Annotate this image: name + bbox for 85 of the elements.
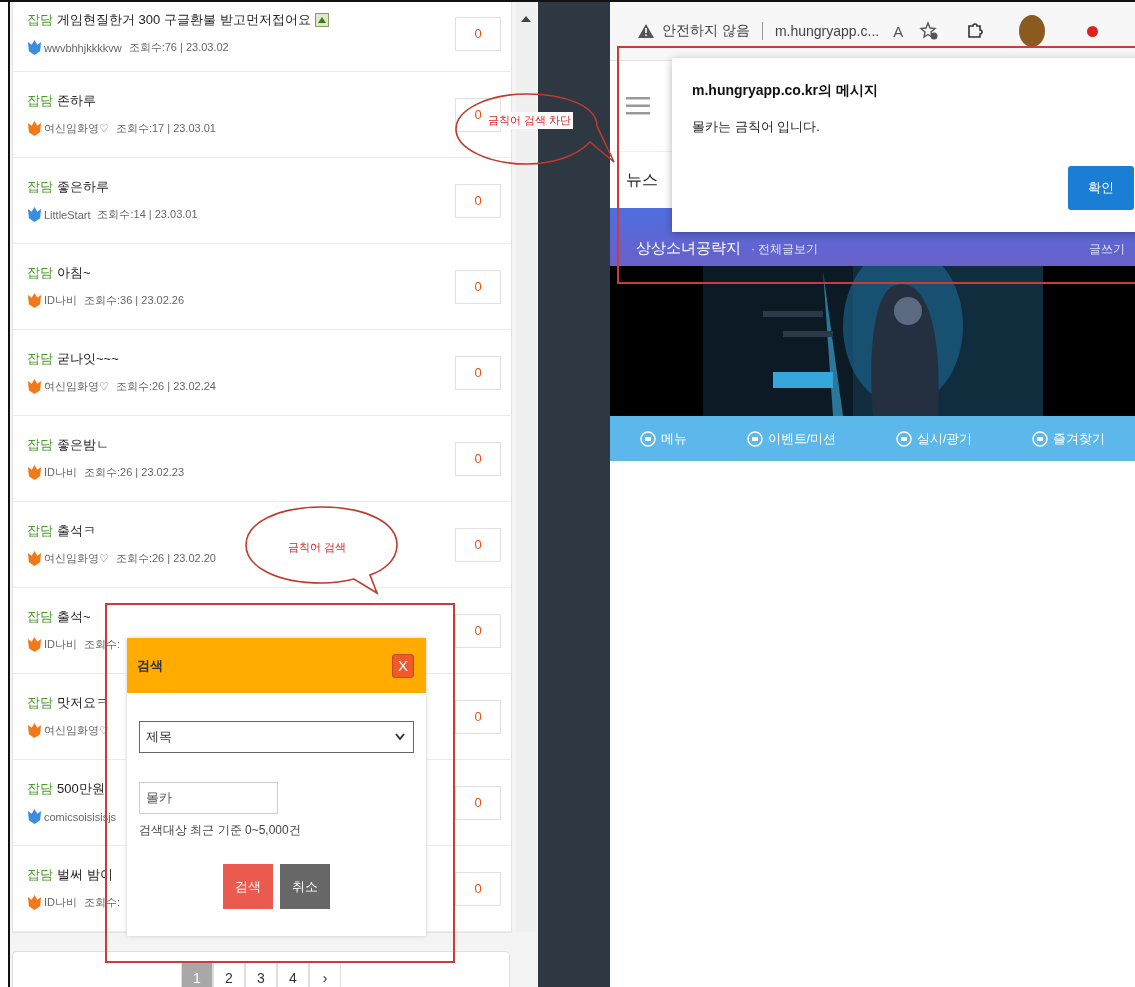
post-title[interactable]: 아침~ [57,264,91,282]
post-author: 여신임화영♡ [44,379,109,394]
post-category: 잡담 [27,522,53,540]
warning-icon [638,24,654,38]
favorite-add-icon[interactable] [919,21,940,41]
search-input[interactable]: 몰카 [139,782,278,814]
comment-count: 0 [455,699,501,734]
post-category: 잡담 [27,11,53,29]
view-all-link[interactable]: · 전체글보기 [751,241,819,258]
list-row[interactable]: 잡담 아침~ ID나비 조회수:36 | 23.02.26 0 [13,244,511,330]
post-category: 잡담 [27,866,53,884]
post-author: ID나비 [44,895,77,910]
comment-count: 0 [455,183,501,218]
post-title[interactable]: 존하루 [57,92,96,110]
post-meta: 조회수:36 | 23.02.26 [84,293,185,308]
list-row[interactable]: 잡담 굳나잇~~~ 여신임화영♡ 조회수:26 | 23.02.24 0 [13,330,511,416]
list-row[interactable]: 잡담 좋은밤ㄴ ID나비 조회수:26 | 23.02.23 0 [13,416,511,502]
post-title[interactable]: 좋은하루 [57,178,109,196]
list-row[interactable]: 잡담 좋은하루 LittleStart 조회수:14 | 23.03.01 0 [13,158,511,244]
comment-count: 0 [455,785,501,820]
post-author: LittleStart [44,208,91,221]
circle-icon [1032,430,1049,447]
post-author: 여신임화영♡ [44,121,109,136]
search-hint: 검색대상 최근 기준 0~5,000건 [139,822,302,839]
news-tab[interactable]: 뉴스 [626,169,658,191]
post-title[interactable]: 굳나잇~~~ [57,350,119,368]
post-title[interactable]: 출석~ [57,608,91,626]
post-category: 잡담 [27,436,53,454]
post-category: 잡담 [27,264,53,282]
dialog-title: 검색 [137,656,163,675]
chevron-down-icon [395,733,405,741]
comment-count: 0 [455,613,501,648]
post-author: ID나비 [44,637,77,652]
post-meta: 조회수:17 | 23.03.01 [115,121,216,136]
circle-icon [895,430,912,447]
page-button[interactable]: 4 [277,962,309,987]
alert-title: m.hungryapp.co.kr의 메시지 [692,82,879,100]
image-icon [314,13,329,27]
comment-count: 0 [455,16,501,51]
menu-icon[interactable] [626,97,650,115]
post-category: 잡담 [27,780,53,798]
comment-count: 0 [455,527,501,562]
post-title[interactable]: 게임현질한거 300 구글환불 받고먼저접어요 [57,11,311,29]
comment-count: 0 [455,269,501,304]
post-meta: 조회수:26 | 23.02.24 [115,379,216,394]
comment-count: 0 [455,355,501,390]
list-row[interactable]: 잡담 게임현질한거 300 구글환불 받고먼저접어요 wwvbhhjkkkkvw 조회수:76 | 23.03.02 0 [13,2,511,72]
scroll-up-icon[interactable] [521,16,531,22]
post-meta: 조회수:26 | 23.02.20 [115,551,216,566]
comment-count: 0 [455,871,501,906]
post-author: ID나비 [44,293,77,308]
post-category: 잡담 [27,92,53,110]
post-title[interactable]: 출석ㅋ [57,522,96,540]
post-meta: 조회수:14 | 23.03.01 [97,207,198,222]
notification-badge[interactable] [1087,25,1099,37]
post-category: 잡담 [27,608,53,626]
callout-text: 금칙어 검색 차단 [486,112,574,129]
comment-count: 0 [455,441,501,476]
post-meta: 조회수:76 | 23.03.02 [128,40,229,55]
post-category: 잡담 [27,694,53,712]
post-category: 잡담 [27,350,53,368]
ok-button[interactable]: 확인 [1068,166,1134,210]
circle-icon [746,430,763,447]
page-button[interactable]: › [309,962,341,987]
search-field-select[interactable]: 제목 [139,721,414,753]
board-title: 상상소녀공략지 [636,239,741,258]
post-author: ID나비 [44,465,77,480]
post-author: wwvbhhjkkkkvw [44,41,122,54]
address-bar[interactable]: m.hungryapp.c... [774,23,880,39]
page-button[interactable]: 2 [213,962,245,987]
security-label: 안전하지 않음 [662,22,750,40]
extension-icon[interactable] [965,21,986,41]
write-button[interactable]: 글쓰기 [1089,241,1125,258]
post-author: 여신임화영♡ [44,551,109,566]
page-button[interactable]: 3 [245,962,277,987]
post-meta: 조회수:26 | 23.02.23 [84,465,185,480]
profile-avatar[interactable] [1019,15,1046,47]
post-title[interactable]: 500만원 [57,780,105,798]
read-aloud-button[interactable]: A [893,22,904,40]
post-category: 잡담 [27,178,53,196]
callout-text: 금칙어 검색 [288,540,347,555]
alert-message: 몰카는 금칙어 입니다. [692,118,821,136]
circle-icon [639,430,656,447]
cancel-button[interactable]: 취소 [280,864,330,909]
post-title[interactable]: 좋은밤ㄴ [57,436,109,454]
